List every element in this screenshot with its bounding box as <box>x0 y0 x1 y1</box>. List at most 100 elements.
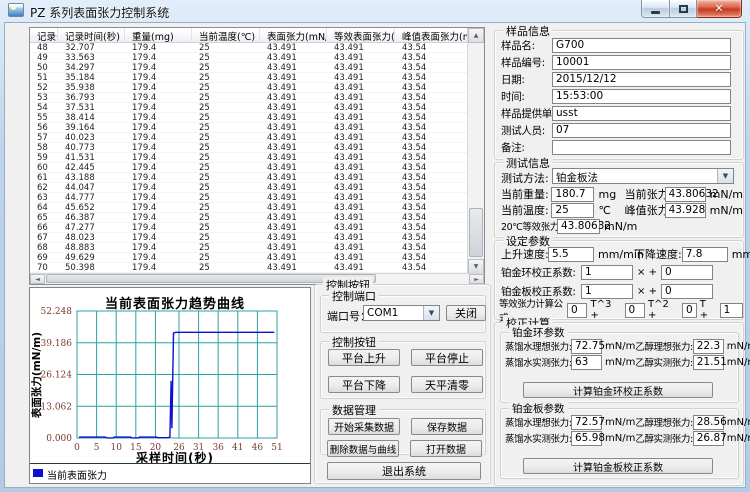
chevron-down-icon[interactable]: ▼ <box>717 169 733 183</box>
table-cell: 43.54 <box>395 223 468 233</box>
table-row[interactable]: 5235.938179.42543.49143.49143.54 <box>30 83 468 93</box>
maximize-button[interactable] <box>670 0 697 18</box>
column-header-3[interactable]: 当前温度(℃) <box>192 28 260 43</box>
formula-a-input[interactable]: 0 <box>567 303 587 318</box>
test-method-select[interactable]: 铂金板法 ▼ <box>552 168 734 184</box>
chevron-down-icon[interactable]: ▼ <box>423 306 439 320</box>
table-row[interactable]: 6546.387179.42543.49143.49143.54 <box>30 213 468 223</box>
plate-coef-input-2[interactable]: 0 <box>661 284 713 299</box>
platform-down-button[interactable]: 平台下降 <box>328 376 400 393</box>
field-input[interactable]: 15:53:00 <box>552 89 731 104</box>
table-row[interactable]: 5941.531179.42543.49143.49143.54 <box>30 153 468 163</box>
value-input[interactable]: 21.51 <box>693 355 724 370</box>
field-input[interactable]: G700 <box>552 38 731 53</box>
table-row[interactable]: 6445.652179.42543.49143.49143.54 <box>30 203 468 213</box>
scroll-right-icon[interactable]: ► <box>469 274 484 284</box>
ring-coef-input-1[interactable]: 1 <box>581 265 633 280</box>
table-row[interactable]: 6647.277179.42543.49143.49143.54 <box>30 223 468 233</box>
calc-plate-coef-button[interactable]: 计算铂金板校正系数 <box>523 458 713 474</box>
column-header-5[interactable]: 等效表面张力(mN/.. <box>327 28 395 43</box>
title-bar[interactable]: PZ 系列表面张力控制系统 ✕ <box>0 0 750 22</box>
value-input[interactable]: 180.7 <box>551 187 594 202</box>
column-header-4[interactable]: 表面张力(mN/m) <box>260 28 327 43</box>
delete-data-button[interactable]: 删除数据与曲线 <box>327 440 399 457</box>
table-row[interactable]: 4933.563179.42543.49143.49143.54 <box>30 53 468 63</box>
table-cell: 43.491 <box>260 173 327 183</box>
value-input[interactable]: 43.80632 <box>665 187 706 202</box>
table-body[interactable]: 4832.707179.42543.49143.49143.544933.563… <box>30 43 468 273</box>
table-cell: 43.54 <box>395 203 468 213</box>
plate-coef-input-1[interactable]: 1 <box>581 284 633 299</box>
field-input[interactable]: usst <box>552 106 731 121</box>
table-row[interactable]: 5336.793179.42543.49143.49143.54 <box>30 93 468 103</box>
save-data-button[interactable]: 保存数据 <box>411 418 483 435</box>
table-row[interactable]: 6848.883179.42543.49143.49143.54 <box>30 243 468 253</box>
column-header-0[interactable]: 记录号 <box>30 28 58 43</box>
platform-up-button[interactable]: 平台上升 <box>328 349 400 366</box>
scroll-down-icon[interactable]: ▼ <box>468 259 484 274</box>
value-input[interactable]: 25 <box>551 203 594 218</box>
minimize-button[interactable] <box>641 0 670 18</box>
value-input[interactable]: 63 <box>571 355 602 370</box>
ring-coef-input-2[interactable]: 0 <box>661 265 713 280</box>
calc-ring-coef-button[interactable]: 计算铂金环校正系数 <box>523 382 713 398</box>
table-cell: 35.184 <box>58 73 125 83</box>
field-input[interactable]: 10001 <box>552 55 731 70</box>
table-row[interactable]: 5034.297179.42543.49143.49143.54 <box>30 63 468 73</box>
value-input[interactable]: 26.87 <box>693 431 724 446</box>
column-header-1[interactable]: 记录时间(秒) <box>58 28 125 43</box>
field-input[interactable]: 07 <box>552 123 731 138</box>
open-data-button[interactable]: 打开数据 <box>410 440 482 457</box>
platform-stop-button[interactable]: 平台停止 <box>411 349 483 366</box>
start-collect-button[interactable]: 开始采集数据 <box>328 418 400 435</box>
table-row[interactable]: 6344.777179.42543.49143.49143.54 <box>30 193 468 203</box>
scroll-up-icon[interactable]: ▲ <box>468 28 484 43</box>
value-input[interactable]: 7.8 <box>682 247 728 262</box>
vertical-scrollbar[interactable]: ▲ ▼ <box>467 28 484 274</box>
scroll-left-icon[interactable]: ◄ <box>30 274 45 284</box>
table-row[interactable]: 5639.164179.42543.49143.49143.54 <box>30 123 468 133</box>
table-row[interactable]: 5740.023179.42543.49143.49143.54 <box>30 133 468 143</box>
table-row[interactable]: 4832.707179.42543.49143.49143.54 <box>30 43 468 53</box>
table-row[interactable]: 6748.023179.42543.49143.49143.54 <box>30 233 468 243</box>
table-cell: 25 <box>192 93 260 103</box>
exit-system-button[interactable]: 退出系统 <box>327 462 481 480</box>
table-cell: 43.491 <box>260 113 327 123</box>
value-input[interactable]: 5.5 <box>548 247 594 262</box>
formula-b-input[interactable]: 0 <box>625 303 645 318</box>
field-input[interactable]: 2015/12/12 <box>552 72 731 87</box>
table-row[interactable]: 5437.531179.42543.49143.49143.54 <box>30 103 468 113</box>
table-row[interactable]: 5538.414179.42543.49143.49143.54 <box>30 113 468 123</box>
value-label: 当前温度: <box>501 202 551 218</box>
value-input[interactable]: 43.80632 <box>557 219 600 234</box>
table-row[interactable]: 6143.188179.42543.49143.49143.54 <box>30 173 468 183</box>
value-input[interactable]: 28.56 <box>693 415 724 430</box>
horizontal-scrollbar[interactable]: ◄ ► <box>30 273 484 284</box>
port-select[interactable]: COM1 ▼ <box>363 305 440 321</box>
value-input[interactable]: 72.75 <box>571 339 602 354</box>
field-input[interactable] <box>552 140 731 155</box>
table-row[interactable]: 5840.773179.42543.49143.49143.54 <box>30 143 468 153</box>
value-input[interactable]: 22.3 <box>693 339 724 354</box>
value-input[interactable]: 65.98 <box>571 431 602 446</box>
close-port-button[interactable]: 关闭 <box>446 305 486 321</box>
formula-d-input[interactable]: 1 <box>720 303 743 318</box>
table-row[interactable]: 6244.047179.42543.49143.49143.54 <box>30 183 468 193</box>
value-input[interactable]: 43.928 <box>665 203 706 218</box>
table-cell: 41.531 <box>58 153 125 163</box>
formula-c-input[interactable]: 0 <box>682 303 697 318</box>
value-label: 乙醇理想张力: <box>635 339 692 353</box>
column-header-6[interactable]: 峰值表面张力(m <box>395 28 468 43</box>
value-input[interactable]: 72.57 <box>571 415 602 430</box>
table-row[interactable]: 5135.184179.42543.49143.49143.54 <box>30 73 468 83</box>
table-cell: 43.491 <box>327 193 395 203</box>
value-row: 蒸馏水实测张力:63mN/m乙醇实测张力:21.51mN/m <box>501 354 738 370</box>
table-row[interactable]: 6949.629179.42543.49143.49143.54 <box>30 253 468 263</box>
table-row[interactable]: 6042.445179.42543.49143.49143.54 <box>30 163 468 173</box>
vscroll-thumb[interactable] <box>469 208 483 257</box>
table-row[interactable]: 7050.398179.42543.49143.49143.54 <box>30 263 468 273</box>
close-button[interactable]: ✕ <box>697 0 742 18</box>
column-header-2[interactable]: 重量(mg) <box>125 28 192 43</box>
balance-zero-button[interactable]: 天平清零 <box>411 376 483 393</box>
table-cell: 66 <box>30 223 58 233</box>
